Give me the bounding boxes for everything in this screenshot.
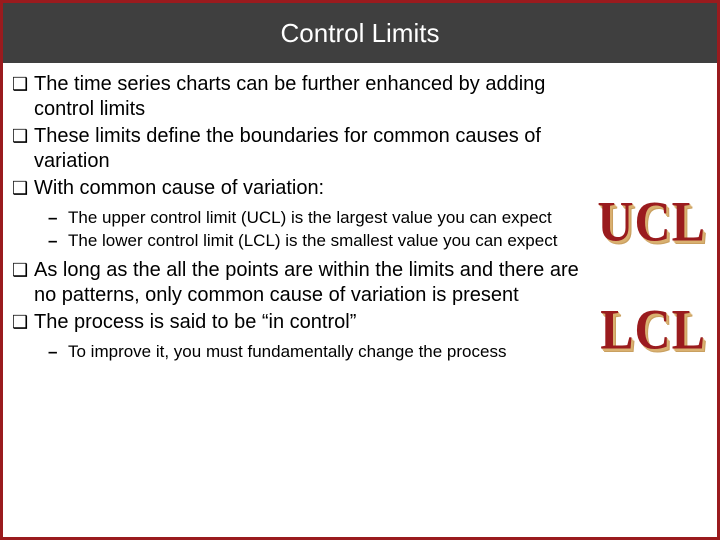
- sub-bullet-item: – The lower control limit (LCL) is the s…: [48, 230, 592, 251]
- bullet-item: ❑ With common cause of variation:: [12, 176, 592, 201]
- bullet-item: ❑ The process is said to be “in control”: [12, 310, 592, 335]
- sub-bullet-text: The upper control limit (UCL) is the lar…: [68, 207, 592, 228]
- dash-bullet-icon: –: [48, 207, 68, 228]
- bullet-text: The time series charts can be further en…: [34, 72, 592, 122]
- title-bar: Control Limits: [3, 3, 717, 63]
- square-bullet-icon: ❑: [12, 72, 34, 96]
- bullet-text: The process is said to be “in control”: [34, 310, 592, 335]
- sub-bullet-item: – To improve it, you must fundamentally …: [48, 341, 592, 362]
- sub-bullet-text: The lower control limit (LCL) is the sma…: [68, 230, 592, 251]
- square-bullet-icon: ❑: [12, 124, 34, 148]
- bullet-item: ❑ As long as the all the points are with…: [12, 258, 592, 308]
- wordart-ucl: UCL: [597, 188, 706, 255]
- sub-bullet-text: To improve it, you must fundamentally ch…: [68, 341, 592, 362]
- bullet-item: ❑ The time series charts can be further …: [12, 72, 592, 122]
- dash-bullet-icon: –: [48, 341, 68, 362]
- sub-bullet-item: – The upper control limit (UCL) is the l…: [48, 207, 592, 228]
- wordart-lcl: LCL: [600, 296, 706, 363]
- bullet-text: These limits define the boundaries for c…: [34, 124, 592, 174]
- square-bullet-icon: ❑: [12, 176, 34, 200]
- square-bullet-icon: ❑: [12, 258, 34, 282]
- square-bullet-icon: ❑: [12, 310, 34, 334]
- bullet-text: With common cause of variation:: [34, 176, 592, 201]
- bullet-text: As long as the all the points are within…: [34, 258, 592, 308]
- bullet-item: ❑ These limits define the boundaries for…: [12, 124, 592, 174]
- slide-content: ❑ The time series charts can be further …: [12, 72, 592, 364]
- slide-title: Control Limits: [281, 18, 440, 49]
- dash-bullet-icon: –: [48, 230, 68, 251]
